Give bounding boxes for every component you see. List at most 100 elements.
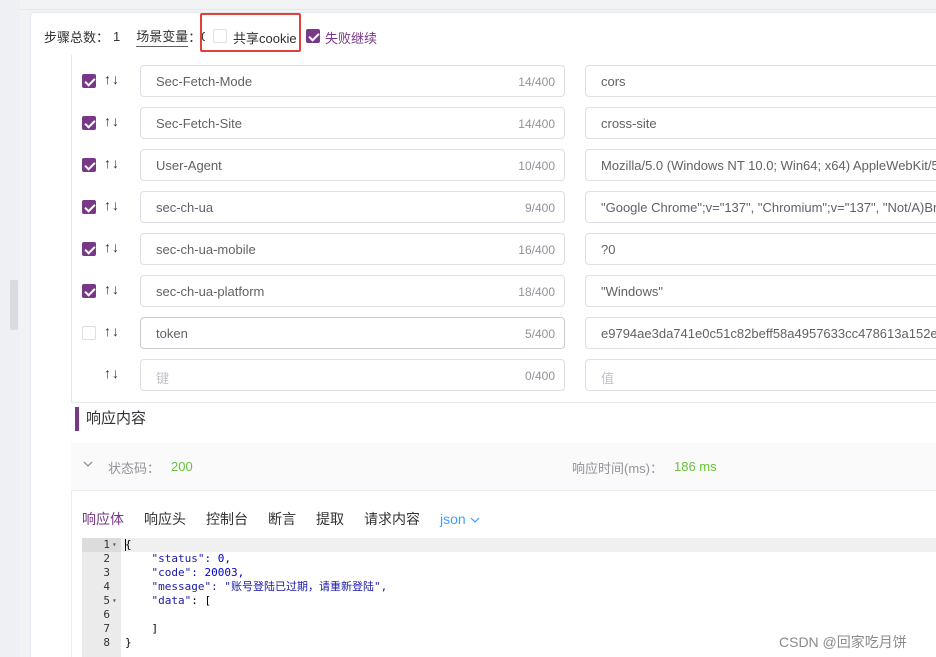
header-value-input[interactable]: e9794ae3da741e0c51c82beff58a4957633cc478…	[585, 317, 936, 349]
fail-continue-label[interactable]: 失败继续	[325, 28, 377, 47]
header-key-input[interactable]: token 5/400	[140, 317, 565, 349]
json-key: "status"	[151, 552, 205, 565]
header-key-input[interactable]: sec-ch-ua-platform 18/400	[140, 275, 565, 307]
reorder-arrows-icon[interactable]: ↑↓	[104, 113, 120, 129]
header-key-input[interactable]: sec-ch-ua-mobile 16/400	[140, 233, 565, 265]
header-value-input[interactable]: "Google Chrome";v="137", "Chromium";v="1…	[585, 191, 936, 223]
line-number: 5	[103, 594, 110, 607]
line-number: 6	[103, 608, 110, 621]
header-row: ↑↓ Sec-Fetch-Mode 14/400 cors	[82, 65, 936, 97]
header-key-text: User-Agent	[156, 158, 222, 173]
header-value-text: cross-site	[601, 116, 657, 131]
response-header[interactable]	[71, 443, 936, 491]
line-number: 2	[103, 552, 110, 565]
code-line: ]	[125, 622, 159, 635]
code-line: "status": 0,	[125, 552, 231, 566]
header-value-input[interactable]: "Windows"	[585, 275, 936, 307]
sidebar-resize-handle[interactable]	[10, 280, 18, 330]
header-key-input[interactable]: Sec-Fetch-Mode 14/400	[140, 65, 565, 97]
reorder-arrows-icon[interactable]: ↑↓	[104, 365, 120, 381]
code-line: "message": "账号登陆已过期，请重新登陆",	[125, 580, 388, 594]
header-row: ↑↓ User-Agent 10/400 Mozilla/5.0 (Windows N…	[82, 149, 936, 181]
header-enabled-checkbox[interactable]	[82, 284, 96, 298]
header-value-input[interactable]: cors	[585, 65, 936, 97]
line-number: 8	[103, 636, 110, 649]
fail-continue-checkbox[interactable]	[306, 29, 320, 43]
header-value-input[interactable]: 值	[585, 359, 936, 391]
response-time-label: 响应时间(ms)：	[572, 461, 663, 476]
step-count-label: 步骤总数：	[44, 29, 110, 45]
chevron-down-icon[interactable]	[470, 515, 480, 525]
code-line: }	[125, 636, 132, 649]
header-key-text: token	[156, 326, 188, 341]
reorder-arrows-icon[interactable]: ↑↓	[104, 71, 120, 87]
format-select[interactable]: json	[440, 511, 466, 527]
line-number: 3	[103, 566, 110, 579]
json-value: : [	[191, 594, 212, 607]
status-code-value: 200	[171, 459, 193, 474]
header-enabled-checkbox[interactable]	[82, 116, 96, 130]
tab-console[interactable]: 控制台	[206, 509, 248, 529]
json-key: "code"	[151, 566, 192, 579]
char-count: 16/400	[518, 243, 555, 257]
header-key-input[interactable]: Sec-Fetch-Site 14/400	[140, 107, 565, 139]
response-time-value: 186 ms	[674, 459, 717, 474]
header-enabled-checkbox[interactable]	[82, 242, 96, 256]
new-header-row: ↑↓ 键 0/400 值	[82, 359, 936, 391]
header-key-input[interactable]: User-Agent 10/400	[140, 149, 565, 181]
code-line: "data": [	[125, 594, 212, 608]
json-key: "data"	[151, 594, 192, 607]
header-value-input[interactable]: Mozilla/5.0 (Windows NT 10.0; Win64; x64…	[585, 149, 936, 181]
header-enabled-checkbox[interactable]	[82, 326, 96, 340]
reorder-arrows-icon[interactable]: ↑↓	[104, 239, 120, 255]
header-value-input[interactable]: cross-site	[585, 107, 936, 139]
header-key-input[interactable]: 键 0/400	[140, 359, 565, 391]
reorder-arrows-icon[interactable]: ↑↓	[104, 281, 120, 297]
share-cookie-label[interactable]: 共享cookie	[233, 28, 297, 47]
reorder-arrows-icon[interactable]: ↑↓	[104, 323, 120, 339]
header-row: ↑↓ sec-ch-ua 9/400 "Google Chrome";v="137",…	[82, 191, 936, 223]
share-cookie-checkbox[interactable]	[213, 29, 227, 43]
reorder-arrows-icon[interactable]: ↑↓	[104, 197, 120, 213]
tab-response-headers[interactable]: 响应头	[144, 509, 186, 529]
tab-response-body[interactable]: 响应体	[82, 509, 124, 529]
fold-toggle-icon[interactable]: ▾	[112, 594, 120, 608]
header-enabled-checkbox[interactable]	[82, 74, 96, 88]
line-number: 7	[103, 622, 110, 635]
status-code-label: 状态码：	[108, 461, 161, 476]
header-enabled-checkbox[interactable]	[82, 158, 96, 172]
step-toolbar: 步骤总数： 1 场景变量 ： 0	[44, 24, 205, 48]
tab-request-content[interactable]: 请求内容	[364, 509, 420, 529]
code-line: "code": 20003,	[125, 566, 245, 580]
reorder-arrows-icon[interactable]: ↑↓	[104, 155, 120, 171]
line-number: 4	[103, 580, 110, 593]
header-row: ↑↓ sec-ch-ua-platform 18/400 "Windows"	[82, 275, 936, 307]
char-count: 5/400	[524, 327, 555, 341]
header-value-input[interactable]: ?0	[585, 233, 936, 265]
char-count: 14/400	[518, 75, 555, 89]
header-key-input[interactable]: sec-ch-ua 9/400	[140, 191, 565, 223]
tab-assertions[interactable]: 断言	[268, 509, 296, 529]
header-value-text: Mozilla/5.0 (Windows NT 10.0; Win64; x64…	[601, 158, 936, 173]
fold-toggle-icon[interactable]: ▾	[112, 538, 120, 552]
active-line	[121, 538, 936, 552]
watermark: CSDN @回家吃月饼	[779, 634, 907, 650]
tab-extract[interactable]: 提取	[316, 509, 344, 529]
char-count: 0/400	[524, 369, 555, 383]
char-count: 14/400	[518, 117, 555, 131]
header-key-placeholder: 键	[156, 371, 170, 386]
top-bar	[20, 0, 936, 10]
page: 步骤总数： 1 场景变量 ： 0 共享cookie 失败继续 ↑↓ Sec-Fet…	[0, 0, 936, 657]
header-key-text: sec-ch-ua	[156, 200, 214, 215]
header-enabled-checkbox[interactable]	[82, 200, 96, 214]
header-key-text: Sec-Fetch-Mode	[156, 74, 253, 89]
header-value-text: e9794ae3da741e0c51c82beff58a4957633cc478…	[601, 326, 936, 341]
header-key-text: sec-ch-ua-mobile	[156, 242, 256, 257]
chevron-down-icon[interactable]	[83, 459, 93, 469]
char-count: 9/400	[524, 201, 555, 215]
header-value-text: ?0	[601, 242, 616, 257]
scene-variable-link[interactable]: 场景变量	[136, 26, 189, 47]
